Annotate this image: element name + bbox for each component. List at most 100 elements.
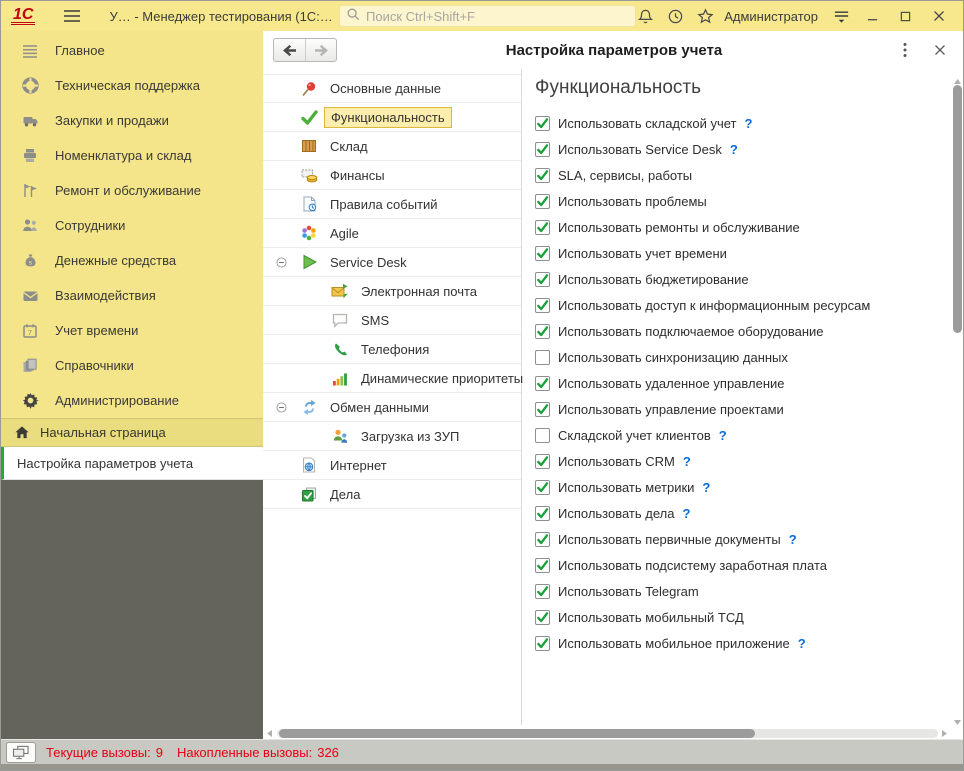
forward-button[interactable] (305, 39, 336, 61)
checkbox-checked[interactable] (535, 142, 550, 157)
option-label[interactable]: Использовать подсистему заработная плата (558, 558, 827, 573)
close-window-icon[interactable] (922, 2, 955, 30)
horizontal-scroll-track[interactable] (277, 729, 938, 738)
horizontal-scrollbar[interactable] (266, 727, 949, 739)
sidebar-item[interactable]: Администрирование (1, 383, 263, 418)
collapse-icon[interactable] (276, 402, 300, 413)
category-item[interactable]: Электронная почта (263, 277, 521, 306)
more-menu-icon[interactable] (897, 41, 913, 59)
category-item[interactable]: Финансы (263, 161, 521, 190)
search-box[interactable] (339, 5, 636, 27)
checkbox-checked[interactable] (535, 454, 550, 469)
checkbox-checked[interactable] (535, 636, 550, 651)
option-label[interactable]: Использовать мобильное приложение (558, 636, 790, 651)
sidebar-item[interactable]: Номенклатура и склад (1, 138, 263, 173)
checkbox-unchecked[interactable] (535, 350, 550, 365)
category-item[interactable]: Динамические приоритеты (263, 364, 521, 393)
category-item[interactable]: Склад (263, 132, 521, 161)
option-label[interactable]: Использовать Service Desk (558, 142, 722, 157)
checkbox-checked[interactable] (535, 116, 550, 131)
category-item[interactable]: SMS (263, 306, 521, 335)
option-label[interactable]: Использовать доступ к информационным рес… (558, 298, 870, 313)
checkbox-checked[interactable] (535, 584, 550, 599)
sidebar-item-home[interactable]: Начальная страница (1, 418, 263, 447)
option-label[interactable]: Использовать складской учет (558, 116, 736, 131)
option-label[interactable]: Использовать бюджетирование (558, 272, 749, 287)
help-icon[interactable]: ? (730, 142, 738, 157)
current-user[interactable]: Администратор (724, 9, 818, 24)
notifications-bell-icon[interactable] (630, 2, 660, 30)
option-label[interactable]: Использовать CRM (558, 454, 675, 469)
option-label[interactable]: SLA, сервисы, работы (558, 168, 692, 183)
category-item[interactable]: Загрузка из ЗУП (263, 422, 521, 451)
checkbox-checked[interactable] (535, 324, 550, 339)
category-item[interactable]: Функциональность (263, 103, 521, 132)
option-label[interactable]: Использовать проблемы (558, 194, 707, 209)
checkbox-checked[interactable] (535, 194, 550, 209)
help-icon[interactable]: ? (789, 532, 797, 547)
option-label[interactable]: Использовать удаленное управление (558, 376, 785, 391)
option-label[interactable]: Использовать ремонты и обслуживание (558, 220, 800, 235)
scroll-down-icon[interactable] (953, 713, 962, 721)
minimize-icon[interactable] (856, 2, 889, 30)
option-label[interactable]: Использовать учет времени (558, 246, 727, 261)
help-icon[interactable]: ? (682, 506, 690, 521)
maximize-icon[interactable] (889, 2, 922, 30)
performance-monitor-button[interactable] (6, 742, 36, 763)
sidebar-item[interactable]: 7Учет времени (1, 313, 263, 348)
close-form-icon[interactable] (931, 41, 949, 59)
history-icon[interactable] (660, 2, 690, 30)
scroll-left-icon[interactable] (266, 729, 274, 738)
option-label[interactable]: Использовать управление проектами (558, 402, 784, 417)
checkbox-checked[interactable] (535, 506, 550, 521)
category-item[interactable]: Правила событий (263, 190, 521, 219)
vertical-scroll-thumb[interactable] (953, 85, 962, 333)
sidebar-item[interactable]: Закупки и продажи (1, 103, 263, 138)
horizontal-scroll-thumb[interactable] (279, 729, 755, 738)
search-input[interactable] (366, 9, 629, 24)
checkbox-checked[interactable] (535, 532, 550, 547)
category-item[interactable]: Интернет (263, 451, 521, 480)
help-icon[interactable]: ? (798, 636, 806, 651)
checkbox-checked[interactable] (535, 558, 550, 573)
help-icon[interactable]: ? (702, 480, 710, 495)
collapse-icon[interactable] (276, 257, 300, 268)
help-icon[interactable]: ? (719, 428, 727, 443)
category-item[interactable]: Service Desk (263, 248, 521, 277)
checkbox-checked[interactable] (535, 220, 550, 235)
scroll-right-icon[interactable] (941, 729, 949, 738)
option-label[interactable]: Использовать первичные документы (558, 532, 781, 547)
help-icon[interactable]: ? (744, 116, 752, 131)
category-item[interactable]: Agile (263, 219, 521, 248)
checkbox-checked[interactable] (535, 480, 550, 495)
checkbox-checked[interactable] (535, 168, 550, 183)
option-label[interactable]: Использовать подключаемое оборудование (558, 324, 824, 339)
favorites-star-icon[interactable] (690, 2, 720, 30)
checkbox-checked[interactable] (535, 272, 550, 287)
sidebar-item[interactable]: sДенежные средства (1, 243, 263, 278)
category-item[interactable]: Обмен данными (263, 393, 521, 422)
category-item[interactable]: Основные данные (263, 74, 521, 103)
vertical-scrollbar[interactable] (951, 73, 964, 721)
sidebar-item[interactable]: Ремонт и обслуживание (1, 173, 263, 208)
option-label[interactable]: Использовать дела (558, 506, 674, 521)
checkbox-checked[interactable] (535, 376, 550, 391)
checkbox-checked[interactable] (535, 298, 550, 313)
option-label[interactable]: Использовать Telegram (558, 584, 699, 599)
option-label[interactable]: Использовать синхронизацию данных (558, 350, 788, 365)
sidebar-item[interactable]: Техническая поддержка (1, 68, 263, 103)
sidebar-item[interactable]: Взаимодействия (1, 278, 263, 313)
category-item[interactable]: Телефония (263, 335, 521, 364)
checkbox-checked[interactable] (535, 402, 550, 417)
open-window-tab[interactable]: Настройка параметров учета (1, 447, 263, 480)
checkbox-checked[interactable] (535, 610, 550, 625)
checkbox-checked[interactable] (535, 246, 550, 261)
help-icon[interactable]: ? (683, 454, 691, 469)
sidebar-item[interactable]: Справочники (1, 348, 263, 383)
service-menu-icon[interactable] (826, 2, 856, 30)
hamburger-menu-icon[interactable] (57, 2, 87, 30)
option-label[interactable]: Использовать мобильный ТСД (558, 610, 744, 625)
sidebar-item[interactable]: Главное (1, 33, 263, 68)
back-button[interactable] (274, 39, 305, 61)
option-label[interactable]: Складской учет клиентов (558, 428, 711, 443)
